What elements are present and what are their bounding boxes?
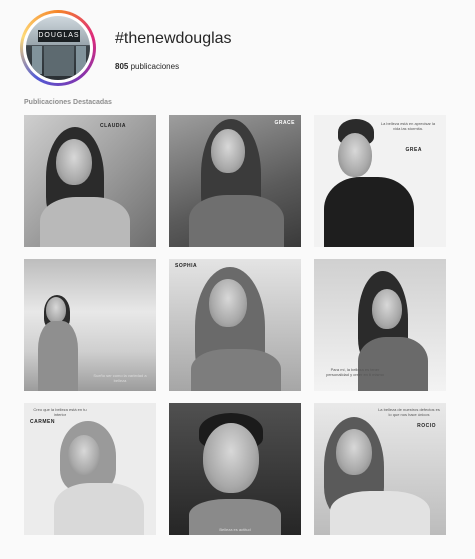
post-tile[interactable]: Sueño ser como la variedad a belleza — [24, 259, 156, 391]
post-count: 805 publicaciones — [115, 62, 179, 71]
tile-name: GREA — [405, 147, 422, 153]
post-tile[interactable]: Creo que la belleza está en tu interior … — [24, 403, 156, 535]
section-title: Publicaciones Destacadas — [24, 99, 112, 106]
tile-name: GRACE — [274, 120, 295, 126]
tile-name: SOPHIA — [175, 263, 198, 269]
tile-name: CARMEN — [30, 419, 55, 425]
tile-quote: Belleza es actitud — [219, 527, 251, 532]
post-count-number: 805 — [115, 62, 129, 71]
highlights-grid: CLAUDIA GRACE La belleza está en aprecis… — [24, 115, 447, 535]
hashtag-header: DOUGLAS #thenewdouglas 805 publicaciones — [20, 10, 460, 90]
post-tile[interactable]: SOPHIA — [169, 259, 301, 391]
hashtag-avatar-ring[interactable]: DOUGLAS — [20, 10, 96, 86]
tile-quote: Creo que la belleza está en tu interior — [33, 407, 87, 417]
tile-quote: Sueño ser como la variedad a belleza — [93, 373, 147, 383]
post-count-label: publicaciones — [130, 62, 180, 71]
tile-name: ROCIO — [417, 423, 436, 429]
post-tile[interactable]: GRACE — [169, 115, 301, 247]
post-tile[interactable]: CLAUDIA — [24, 115, 156, 247]
post-tile[interactable]: Para mí, la belleza es tener personalida… — [314, 259, 446, 391]
tile-quote: La belleza está en aprecisar la vida las… — [380, 121, 436, 131]
post-tile[interactable]: Belleza es actitud — [169, 403, 301, 535]
tile-name: CLAUDIA — [100, 123, 126, 129]
store-sign: DOUGLAS — [38, 30, 80, 42]
post-tile[interactable]: La belleza de nuestros defectos es lo qu… — [314, 403, 446, 535]
hashtag-title: #thenewdouglas — [115, 30, 232, 47]
post-tile[interactable]: La belleza está en aprecisar la vida las… — [314, 115, 446, 247]
avatar: DOUGLAS — [26, 16, 90, 80]
tile-quote: La belleza de nuestros defectos es lo qu… — [378, 407, 440, 417]
tile-quote: Para mí, la belleza es tener personalida… — [326, 367, 384, 377]
